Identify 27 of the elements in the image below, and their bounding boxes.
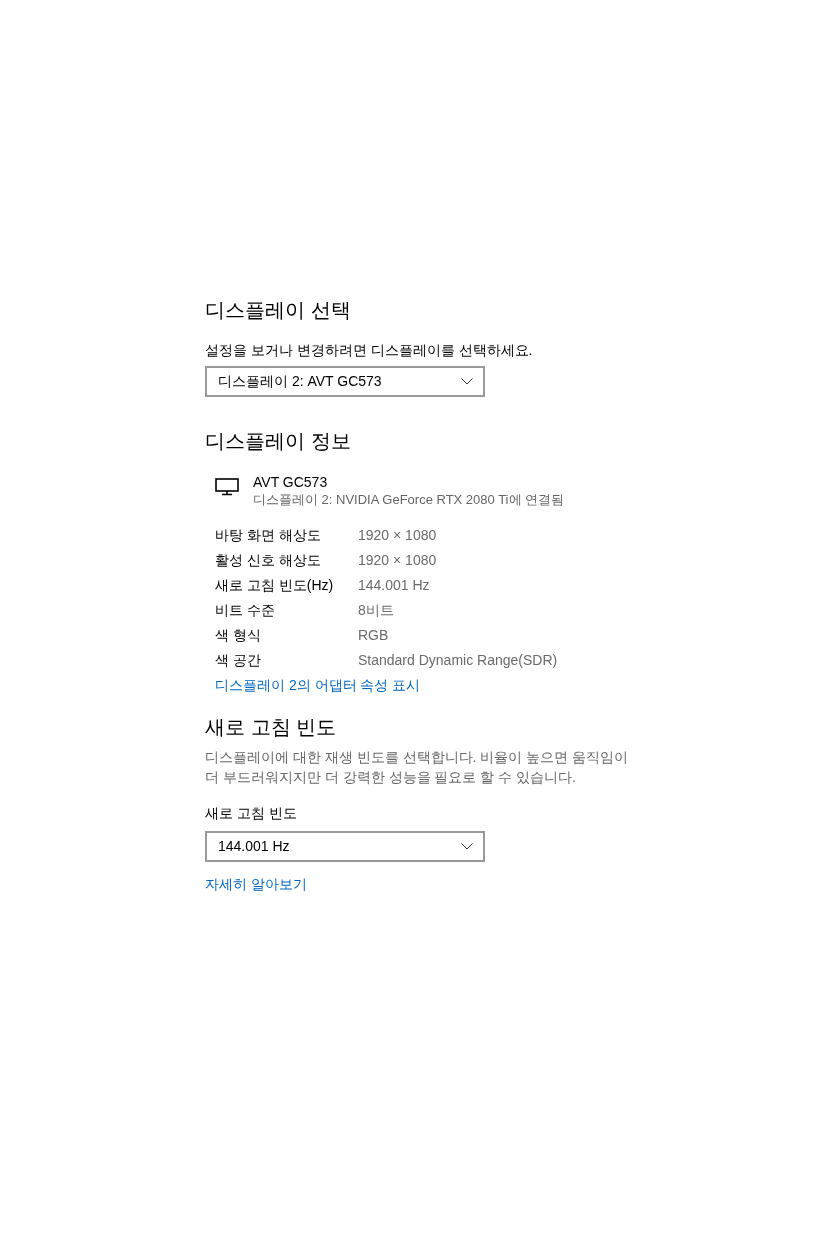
- property-value: Standard Dynamic Range(SDR): [358, 651, 558, 670]
- connection-text: 디스플레이 2: NVIDIA GeForce RTX 2080 Ti에 연결됨: [253, 491, 565, 509]
- monitor-icon: [215, 478, 239, 496]
- chevron-down-icon: [461, 843, 473, 850]
- section-title: 디스플레이 선택: [205, 298, 351, 323]
- section-title: 새로 고침 빈도: [205, 715, 337, 740]
- property-label: 비트 수준: [215, 601, 276, 620]
- monitor-name: AVT GC573: [253, 473, 328, 491]
- description: 디스플레이에 대한 재생 빈도를 선택합니다. 비율이 높으면 움직임이 더 부드러워지지만 더 강력한 성능을 필요로 할 수 있습니다.: [205, 748, 630, 787]
- property-value: 144.001 Hz: [358, 576, 430, 595]
- property-label: 활성 신호 해상도: [215, 551, 322, 570]
- learn-more-link[interactable]: 자세히 알아보기: [205, 874, 307, 894]
- property-label: 새로 고침 빈도(Hz): [215, 576, 335, 595]
- description: 설정을 보거나 변경하려면 디스플레이를 선택하세요.: [205, 341, 533, 360]
- property-value: RGB: [358, 626, 389, 645]
- dropdown[interactable]: 144.001 Hz: [205, 831, 485, 862]
- property-value: 1920 × 1080: [358, 526, 437, 545]
- property-value: 1920 × 1080: [358, 551, 437, 570]
- section-title: 디스플레이 정보: [205, 429, 351, 454]
- field-label: 새로 고침 빈도: [205, 804, 297, 823]
- property-label: 색 형식: [215, 626, 262, 645]
- dropdown[interactable]: 디스플레이 2: AVT GC573: [205, 366, 485, 397]
- property-label: 바탕 화면 해상도: [215, 526, 322, 545]
- property-label: 색 공간: [215, 651, 262, 670]
- property-value: 8비트: [358, 601, 394, 620]
- chevron-down-icon: [461, 378, 473, 385]
- adapter-properties-link[interactable]: 디스플레이 2의 어댑터 속성 표시: [215, 675, 421, 695]
